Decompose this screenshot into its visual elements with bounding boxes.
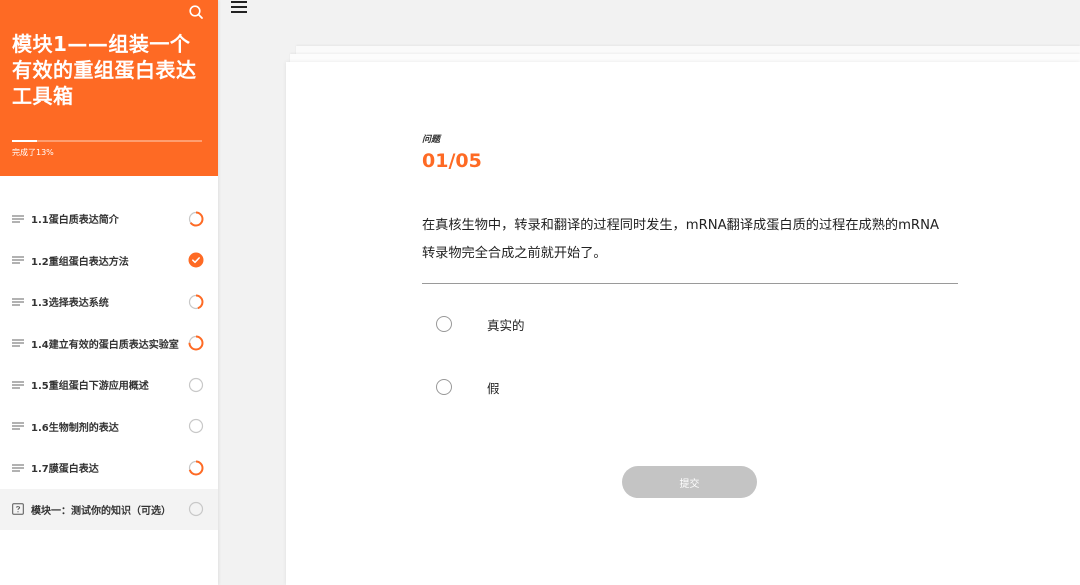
progress-ring-icon bbox=[188, 335, 204, 351]
hamburger-menu-icon[interactable] bbox=[229, 0, 249, 16]
question-counter: 01/05 bbox=[422, 150, 482, 172]
course-header: 模块1——组装一个有效的重组蛋白表达工具箱 完成了13% bbox=[0, 0, 218, 176]
sidebar-item-lesson[interactable]: 1.2重组蛋白表达方法 bbox=[0, 240, 218, 282]
progress-ring-icon bbox=[188, 460, 204, 476]
radio-button[interactable] bbox=[436, 379, 452, 395]
sidebar-item-label: 1.7膜蛋白表达 bbox=[31, 464, 99, 476]
search-icon[interactable] bbox=[188, 4, 204, 20]
sidebar-item-label: 模块一：测试你的知识（可选） bbox=[31, 505, 171, 517]
lines-icon bbox=[12, 339, 24, 347]
sidebar-item-label: 1.2重组蛋白表达方法 bbox=[31, 256, 129, 268]
sidebar-item-label: 1.4建立有效的蛋白质表达实验室 bbox=[31, 339, 179, 351]
answer-option-label: 真实的 bbox=[487, 317, 525, 333]
course-progress-bar bbox=[12, 140, 202, 142]
lines-icon bbox=[12, 422, 24, 430]
progress-ring-icon bbox=[188, 294, 204, 310]
check-icon bbox=[188, 252, 204, 268]
course-progress-label: 完成了13% bbox=[12, 148, 54, 157]
sidebar: 模块1——组装一个有效的重组蛋白表达工具箱 完成了13% 1.1蛋白质表达简介 1… bbox=[0, 0, 218, 585]
progress-ring-icon bbox=[188, 377, 204, 392]
lines-icon bbox=[12, 215, 24, 223]
course-progress-fill bbox=[12, 140, 37, 142]
radio-button[interactable] bbox=[436, 316, 452, 332]
sidebar-item-lesson[interactable]: 1.7膜蛋白表达 bbox=[0, 447, 218, 489]
lesson-list: 1.1蛋白质表达简介 1.2重组蛋白表达方法 1.3选择表达系统 1.4建立有效的蛋白… bbox=[0, 198, 218, 530]
sidebar-item-lesson[interactable]: 1.3选择表达系统 bbox=[0, 281, 218, 323]
answer-option-true[interactable]: 真实的 bbox=[436, 312, 525, 336]
question-box-icon bbox=[12, 503, 24, 516]
question-line-2: 转录物完全合成之前就开始了。 bbox=[422, 246, 607, 261]
progress-ring-icon bbox=[188, 211, 204, 227]
sidebar-item-lesson[interactable]: 1.1蛋白质表达简介 bbox=[0, 198, 218, 240]
answer-option-false[interactable]: 假 bbox=[436, 375, 500, 399]
sidebar-item-label: 1.3选择表达系统 bbox=[31, 298, 109, 310]
lines-icon bbox=[12, 464, 24, 472]
question-label: 问题 bbox=[422, 135, 441, 145]
progress-ring-icon bbox=[188, 502, 204, 517]
question-text: 在真核生物中，转录和翻译的过程同时发生，mRNA翻译成蛋白质的过程在成熟的mRN… bbox=[422, 212, 962, 268]
sidebar-item-lesson[interactable]: 1.4建立有效的蛋白质表达实验室 bbox=[0, 323, 218, 365]
lines-icon bbox=[12, 381, 24, 389]
progress-ring-icon bbox=[188, 419, 204, 434]
quiz-card: 问题 01/05 在真核生物中，转录和翻译的过程同时发生，mRNA翻译成蛋白质的… bbox=[286, 62, 1080, 585]
sidebar-item-label: 1.5重组蛋白下游应用概述 bbox=[31, 381, 149, 393]
submit-button[interactable]: 提交 bbox=[622, 466, 757, 498]
sidebar-item-label: 1.1蛋白质表达简介 bbox=[31, 215, 119, 227]
lines-icon bbox=[12, 298, 24, 306]
question-divider bbox=[422, 283, 958, 284]
lines-icon bbox=[12, 256, 24, 264]
sidebar-item-label: 1.6生物制剂的表达 bbox=[31, 422, 119, 434]
sidebar-item-quiz[interactable]: 模块一：测试你的知识（可选） bbox=[0, 488, 218, 530]
sidebar-item-lesson[interactable]: 1.6生物制剂的表达 bbox=[0, 406, 218, 448]
sidebar-item-lesson[interactable]: 1.5重组蛋白下游应用概述 bbox=[0, 364, 218, 406]
question-line-1: 在真核生物中，转录和翻译的过程同时发生，mRNA翻译成蛋白质的过程在成熟的mRN… bbox=[422, 218, 939, 233]
course-title: 模块1——组装一个有效的重组蛋白表达工具箱 bbox=[12, 32, 197, 108]
answer-option-label: 假 bbox=[487, 380, 500, 396]
